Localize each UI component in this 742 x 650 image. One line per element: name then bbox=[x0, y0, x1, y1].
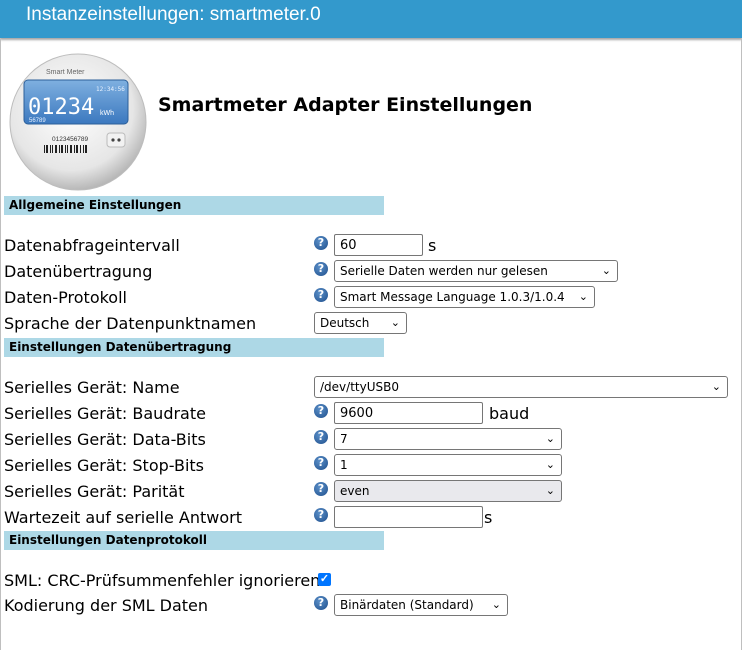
question-mark-help-icon[interactable]: ? bbox=[314, 430, 328, 444]
question-mark-help-icon[interactable]: ? bbox=[314, 262, 328, 276]
parity-select[interactable]: even ⌄ bbox=[334, 480, 562, 502]
question-mark-help-icon[interactable]: ? bbox=[314, 596, 328, 610]
chevron-down-icon: ⌄ bbox=[491, 598, 501, 611]
parity-select-value: even bbox=[340, 484, 370, 498]
meter-brand: Smart Meter bbox=[46, 69, 85, 76]
protocol-select[interactable]: Smart Message Language 1.0.3/1.0.4 ⌄ bbox=[334, 286, 595, 308]
stopbits-label: Serielles Gerät: Stop-Bits bbox=[4, 456, 205, 475]
baud-label: Serielles Gerät: Baudrate bbox=[4, 404, 206, 423]
parity-label: Serielles Gerät: Parität bbox=[4, 482, 185, 501]
meter-unit: kWh bbox=[100, 110, 114, 117]
language-select[interactable]: Deutsch ⌄ bbox=[314, 312, 407, 334]
section-header-general: Allgemeine Einstellungen bbox=[4, 196, 384, 215]
chevron-down-icon: ⌄ bbox=[578, 290, 588, 303]
wait-input[interactable] bbox=[334, 506, 483, 528]
crc-checkbox[interactable]: ✓ bbox=[318, 573, 331, 586]
language-label: Sprache der Datenpunktnamen bbox=[4, 314, 257, 333]
question-mark-help-icon[interactable]: ? bbox=[314, 508, 328, 522]
meter-small-number: 56789 bbox=[29, 118, 46, 124]
chevron-down-icon: ⌄ bbox=[711, 380, 721, 393]
question-mark-help-icon[interactable]: ? bbox=[314, 404, 328, 418]
section-header-protocol: Einstellungen Datenprotokoll bbox=[4, 531, 384, 550]
interval-unit: s bbox=[428, 236, 437, 255]
baud-input[interactable]: 9600 bbox=[334, 402, 483, 424]
wait-label: Wartezeit auf serielle Antwort bbox=[4, 508, 242, 527]
page-heading: Smartmeter Adapter Einstellungen bbox=[158, 94, 533, 116]
device-select-value: /dev/ttyUSB0 bbox=[320, 380, 399, 394]
window-titlebar: Instanzeinstellungen: smartmeter.0 bbox=[0, 0, 742, 38]
chevron-down-icon: ⌄ bbox=[545, 432, 555, 445]
databits-label: Serielles Gerät: Data-Bits bbox=[4, 430, 206, 449]
barcode-icon bbox=[44, 145, 87, 153]
encoding-select-value: Binärdaten (Standard) bbox=[340, 598, 474, 612]
stopbits-select-value: 1 bbox=[340, 458, 348, 472]
encoding-label: Kodierung der SML Daten bbox=[4, 596, 209, 615]
stopbits-select[interactable]: 1 ⌄ bbox=[334, 454, 562, 476]
section-header-transmission: Einstellungen Datenübertragung bbox=[4, 338, 384, 357]
language-select-value: Deutsch bbox=[320, 316, 370, 330]
databits-select-value: 7 bbox=[340, 432, 348, 446]
chevron-down-icon: ⌄ bbox=[601, 264, 611, 277]
protocol-label: Daten-Protokoll bbox=[4, 288, 127, 307]
question-mark-help-icon[interactable]: ? bbox=[314, 456, 328, 470]
chevron-down-icon: ⌄ bbox=[390, 316, 400, 329]
device-label: Serielles Gerät: Name bbox=[4, 378, 180, 397]
chevron-down-icon: ⌄ bbox=[545, 458, 555, 471]
smart-meter-image: Smart Meter 12:34:56 01234 kWh 56789 012… bbox=[9, 53, 147, 191]
meter-time: 12:34:56 bbox=[96, 86, 125, 93]
meter-reading: 01234 bbox=[28, 95, 94, 120]
transfer-select[interactable]: Serielle Daten werden nur gelesen ⌄ bbox=[334, 260, 618, 282]
protocol-select-value: Smart Message Language 1.0.3/1.0.4 bbox=[340, 290, 565, 304]
wait-unit: s bbox=[484, 508, 493, 527]
window-title: Instanzeinstellungen: smartmeter.0 bbox=[26, 4, 321, 25]
question-mark-help-icon[interactable]: ? bbox=[314, 482, 328, 496]
encoding-select[interactable]: Binärdaten (Standard) ⌄ bbox=[334, 594, 508, 616]
databits-select[interactable]: 7 ⌄ bbox=[334, 428, 562, 450]
chevron-down-icon: ⌄ bbox=[545, 484, 555, 497]
baud-unit: baud bbox=[489, 404, 530, 423]
question-mark-help-icon[interactable]: ? bbox=[314, 288, 328, 302]
question-mark-help-icon[interactable]: ? bbox=[314, 236, 328, 250]
check-icon: ✓ bbox=[319, 573, 330, 585]
crc-label: SML: CRC-Prüfsummenfehler ignorieren bbox=[4, 571, 321, 590]
device-select[interactable]: /dev/ttyUSB0 ⌄ bbox=[314, 376, 728, 398]
interval-label: Datenabfrageintervall bbox=[4, 236, 180, 255]
meter-serial: 0123456789 bbox=[52, 136, 89, 143]
interval-input[interactable]: 60 bbox=[334, 234, 423, 256]
transfer-label: Datenübertragung bbox=[4, 262, 153, 281]
transfer-select-value: Serielle Daten werden nur gelesen bbox=[340, 264, 548, 278]
